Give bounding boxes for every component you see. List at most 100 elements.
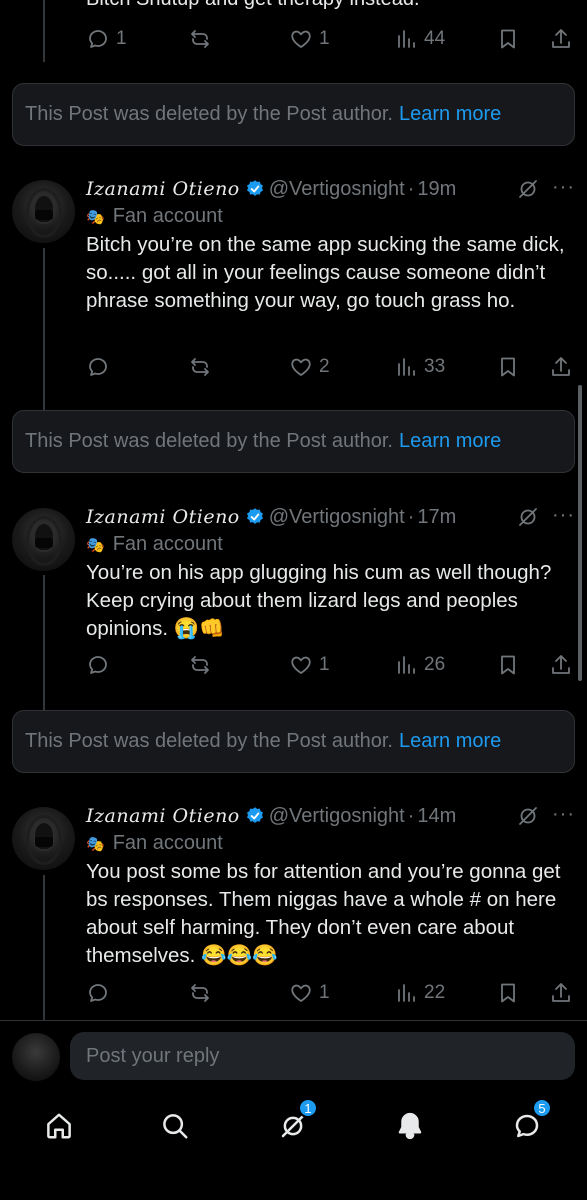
repost-button[interactable] [188, 978, 218, 1008]
views-button[interactable]: 22 [394, 978, 445, 1008]
views-button[interactable]: 33 [394, 352, 445, 382]
post-actions: 1 26 [86, 650, 572, 680]
verified-badge-icon [246, 807, 263, 823]
account-label: 🎭 Fan account [86, 205, 223, 227]
nav-messages[interactable]: 5 [502, 1098, 552, 1146]
like-button[interactable]: 2 [289, 352, 330, 382]
more-options-icon[interactable]: ··· [552, 504, 575, 527]
thread-line [43, 0, 45, 62]
bookmark-icon [501, 983, 515, 1003]
account-label: 🎭 Fan account [86, 832, 223, 854]
notification-badge: 5 [532, 1098, 552, 1118]
timestamp[interactable]: 17m [417, 506, 456, 529]
heart-icon [291, 984, 311, 1002]
views-button[interactable]: 44 [394, 24, 445, 54]
share-button[interactable] [549, 24, 573, 54]
repost-button[interactable] [188, 24, 218, 54]
display-name[interactable]: Izanami Otieno [86, 805, 240, 827]
scrollbar[interactable] [578, 385, 582, 681]
views-icon [398, 30, 415, 48]
post-actions: 1 22 [86, 978, 572, 1008]
reply-composer [0, 1020, 587, 1082]
home-icon [47, 1113, 71, 1139]
avatar[interactable] [12, 1033, 60, 1081]
reply-button[interactable] [86, 978, 116, 1008]
grok-icon[interactable] [516, 177, 540, 201]
post: Izanami Otieno @Vertigosnight · 17m ··· … [0, 504, 587, 694]
learn-more-link[interactable]: Learn more [399, 730, 501, 753]
deleted-notice-text: This Post was deleted by the Post author… [25, 103, 393, 125]
post-text: Bitch you’re on the same app sucking the… [86, 233, 565, 312]
reply-button[interactable] [86, 352, 116, 382]
account-label: 🎭 Fan account [86, 533, 223, 555]
views-icon [398, 656, 415, 674]
more-options-icon[interactable]: ··· [552, 803, 575, 826]
post-header: Izanami Otieno @Vertigosnight · 14m [86, 803, 456, 829]
learn-more-link[interactable]: Learn more [399, 430, 501, 453]
grok-icon[interactable] [516, 505, 540, 529]
like-button[interactable]: 1 [289, 650, 330, 680]
verified-badge-icon [246, 180, 263, 196]
views-icon [398, 358, 415, 376]
repost-icon [191, 984, 209, 1002]
separator-dot: · [407, 804, 415, 827]
deleted-notice-text: This Post was deleted by the Post author… [25, 430, 393, 452]
bookmark-button[interactable] [496, 24, 520, 54]
post-actions: 2 33 [86, 352, 572, 382]
share-button[interactable] [549, 352, 573, 382]
heart-icon [291, 358, 311, 376]
like-button[interactable]: 1 [289, 24, 330, 54]
bookmark-button[interactable] [496, 978, 520, 1008]
deleted-post-notice: This Post was deleted by the Post author… [12, 83, 575, 146]
reply-button[interactable] [86, 650, 116, 680]
handle[interactable]: @Vertigosnight [269, 178, 405, 201]
share-icon [552, 29, 570, 48]
reply-input[interactable] [70, 1032, 575, 1080]
bookmark-icon [501, 357, 515, 377]
reply-icon [89, 30, 107, 48]
post-header: Izanami Otieno @Vertigosnight · 19m [86, 176, 456, 202]
handle[interactable]: @Vertigosnight [269, 506, 405, 529]
more-options-icon[interactable]: ··· [552, 176, 575, 199]
timestamp[interactable]: 19m [417, 178, 456, 201]
bookmark-icon [501, 655, 515, 675]
views-button[interactable]: 26 [394, 650, 445, 680]
deleted-post-notice: This Post was deleted by the Post author… [12, 410, 575, 473]
notification-badge: 1 [298, 1098, 318, 1118]
reply-icon [89, 984, 107, 1002]
avatar[interactable] [12, 807, 75, 870]
display-name[interactable]: Izanami Otieno [86, 178, 240, 200]
nav-search[interactable] [150, 1106, 200, 1146]
separator-dot: · [407, 177, 415, 200]
handle[interactable]: @Vertigosnight [269, 805, 405, 828]
nav-grok[interactable]: 1 [268, 1098, 318, 1146]
repost-button[interactable] [188, 352, 218, 382]
avatar[interactable] [12, 508, 75, 571]
bottom-navigation: 1 5 [0, 1086, 587, 1200]
share-button[interactable] [549, 650, 573, 680]
share-button[interactable] [549, 978, 573, 1008]
reply-button[interactable]: 1 [86, 24, 127, 54]
bookmark-button[interactable] [496, 352, 520, 382]
deleted-post-notice: This Post was deleted by the Post author… [12, 710, 575, 773]
bookmark-button[interactable] [496, 650, 520, 680]
mask-icon: 🎭 [86, 208, 105, 226]
heart-icon [291, 656, 311, 674]
separator-dot: · [407, 505, 415, 528]
views-icon [398, 984, 415, 1002]
nav-notifications[interactable] [385, 1106, 435, 1146]
verified-badge-icon [246, 508, 263, 524]
avatar[interactable] [12, 180, 75, 243]
share-icon [552, 655, 570, 674]
repost-icon [191, 656, 209, 674]
reply-icon [89, 358, 107, 376]
bookmark-icon [501, 29, 515, 49]
deleted-notice-text: This Post was deleted by the Post author… [25, 730, 393, 752]
learn-more-link[interactable]: Learn more [399, 103, 501, 126]
display-name[interactable]: Izanami Otieno [86, 506, 240, 528]
like-button[interactable]: 1 [289, 978, 330, 1008]
timestamp[interactable]: 14m [417, 805, 456, 828]
grok-icon[interactable] [516, 804, 540, 828]
repost-button[interactable] [188, 650, 218, 680]
nav-home[interactable] [34, 1106, 84, 1146]
